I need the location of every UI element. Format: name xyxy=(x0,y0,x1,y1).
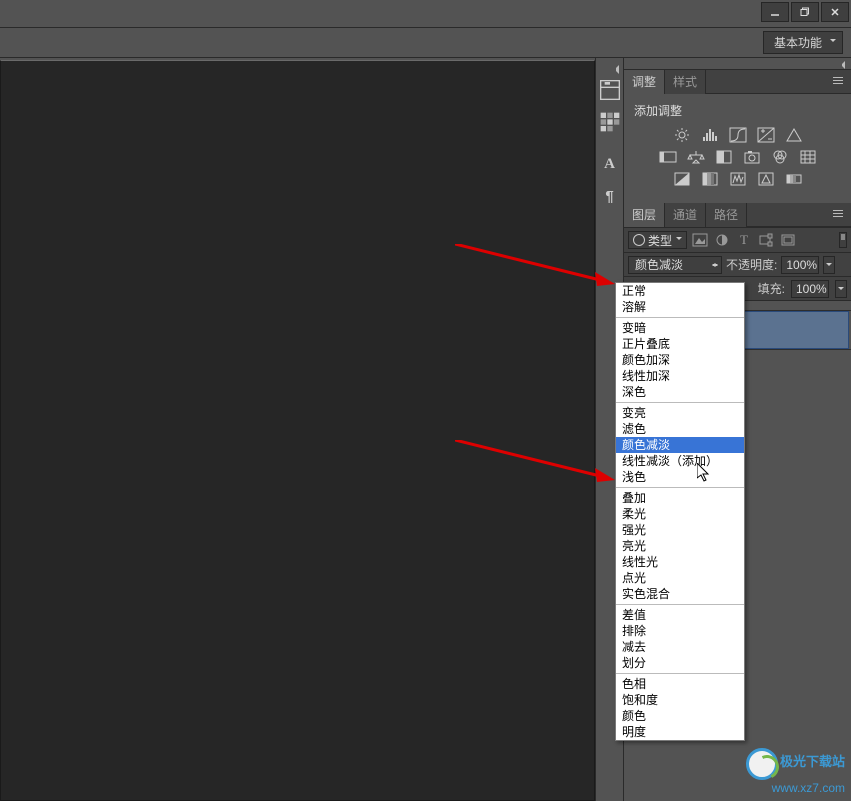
layer-filter-type[interactable]: 类型 xyxy=(628,231,687,249)
threshold-icon[interactable] xyxy=(729,171,747,187)
blend-option[interactable]: 实色混合 xyxy=(616,586,744,602)
filter-shape-icon[interactable] xyxy=(757,232,775,248)
tab-channels[interactable]: 通道 xyxy=(665,203,706,227)
blend-option[interactable]: 颜色减淡 xyxy=(616,437,744,453)
adjustments-title: 添加调整 xyxy=(634,102,843,119)
workspace-selector[interactable]: 基本功能 xyxy=(763,31,843,54)
channel-mixer-icon[interactable] xyxy=(771,149,789,165)
watermark-name: 极光下载站 xyxy=(780,751,845,770)
blend-option[interactable]: 色相 xyxy=(616,676,744,692)
filter-toggle[interactable] xyxy=(839,232,847,248)
watermark-logo-icon xyxy=(746,748,778,780)
gradient-map-icon[interactable] xyxy=(785,171,803,187)
exposure-icon[interactable] xyxy=(757,127,775,143)
opacity-slider-toggle[interactable] xyxy=(823,256,835,274)
tab-layers[interactable]: 图层 xyxy=(624,203,665,227)
blend-mode-dropdown[interactable]: 正常溶解变暗正片叠底颜色加深线性加深深色变亮滤色颜色减淡线性减淡（添加）浅色叠加… xyxy=(615,282,745,741)
blend-option[interactable]: 深色 xyxy=(616,384,744,400)
blend-option[interactable]: 正常 xyxy=(616,283,744,299)
invert-icon[interactable] xyxy=(673,171,691,187)
dropdown-separator xyxy=(616,673,744,674)
blend-option[interactable]: 溶解 xyxy=(616,299,744,315)
filter-smart-icon[interactable] xyxy=(779,232,797,248)
restore-button[interactable] xyxy=(791,2,819,22)
color-balance-icon[interactable] xyxy=(687,149,705,165)
filter-type-icon[interactable]: T xyxy=(735,232,753,248)
blend-option[interactable]: 饱和度 xyxy=(616,692,744,708)
blend-option[interactable]: 滤色 xyxy=(616,421,744,437)
blend-option[interactable]: 减去 xyxy=(616,639,744,655)
blend-mode-row: 颜色减淡 不透明度: 100% xyxy=(624,253,851,277)
filter-adjustment-icon[interactable] xyxy=(713,232,731,248)
opacity-value[interactable]: 100% xyxy=(781,256,819,274)
panel-expand-icon[interactable] xyxy=(624,58,851,70)
paragraph-panel-icon[interactable]: ¶ xyxy=(598,184,622,208)
character-panel-icon[interactable]: A xyxy=(598,152,622,176)
opacity-label: 不透明度: xyxy=(726,256,777,273)
dropdown-separator xyxy=(616,604,744,605)
blend-option[interactable]: 颜色加深 xyxy=(616,352,744,368)
blend-option[interactable]: 亮光 xyxy=(616,538,744,554)
blend-option[interactable]: 叠加 xyxy=(616,490,744,506)
dock-expand-icon[interactable] xyxy=(596,62,623,74)
blend-option[interactable]: 颜色 xyxy=(616,708,744,724)
layers-filter-bar: 类型 T xyxy=(624,227,851,253)
blend-option[interactable]: 正片叠底 xyxy=(616,336,744,352)
history-panel-icon[interactable] xyxy=(598,78,622,102)
tab-styles[interactable]: 样式 xyxy=(665,70,706,94)
black-white-icon[interactable] xyxy=(715,149,733,165)
fill-value[interactable]: 100% xyxy=(791,280,829,298)
layers-panel-menu-icon[interactable] xyxy=(833,209,847,219)
blend-option[interactable]: 线性减淡（添加） xyxy=(616,453,744,469)
watermark: 极光下载站 www.xz7.com xyxy=(746,748,845,795)
blend-option[interactable]: 浅色 xyxy=(616,469,744,485)
adjustments-panel-tabs: 调整 样式 xyxy=(624,70,851,94)
blend-option[interactable]: 变暗 xyxy=(616,320,744,336)
blend-option[interactable]: 强光 xyxy=(616,522,744,538)
blend-option[interactable]: 变亮 xyxy=(616,405,744,421)
blend-option[interactable]: 线性光 xyxy=(616,554,744,570)
tab-adjustments[interactable]: 调整 xyxy=(624,70,665,94)
blend-option[interactable]: 柔光 xyxy=(616,506,744,522)
filter-pixel-icon[interactable] xyxy=(691,232,709,248)
layers-panel-tabs: 图层 通道 路径 xyxy=(624,203,851,227)
curves-icon[interactable] xyxy=(729,127,747,143)
fill-label: 填充: xyxy=(758,280,785,297)
panel-menu-icon[interactable] xyxy=(833,76,847,86)
blend-option[interactable]: 排除 xyxy=(616,623,744,639)
color-lookup-icon[interactable] xyxy=(799,149,817,165)
brightness-contrast-icon[interactable] xyxy=(673,127,691,143)
blend-option[interactable]: 划分 xyxy=(616,655,744,671)
blend-mode-selector[interactable]: 颜色减淡 xyxy=(628,256,722,274)
dropdown-separator xyxy=(616,402,744,403)
adjustments-panel-body: 添加调整 xyxy=(624,94,851,203)
dropdown-separator xyxy=(616,317,744,318)
tab-paths[interactable]: 路径 xyxy=(706,203,747,227)
fill-slider-toggle[interactable] xyxy=(835,280,847,298)
selective-color-icon[interactable] xyxy=(757,171,775,187)
titlebar xyxy=(0,0,851,28)
watermark-url: www.xz7.com xyxy=(746,781,845,795)
blend-option[interactable]: 明度 xyxy=(616,724,744,740)
blend-option[interactable]: 点光 xyxy=(616,570,744,586)
levels-icon[interactable] xyxy=(701,127,719,143)
close-button[interactable] xyxy=(821,2,849,22)
photo-filter-icon[interactable] xyxy=(743,149,761,165)
options-bar: 基本功能 xyxy=(0,28,851,58)
dropdown-separator xyxy=(616,487,744,488)
swatches-panel-icon[interactable] xyxy=(598,110,622,134)
hue-saturation-icon[interactable] xyxy=(659,149,677,165)
blend-option[interactable]: 线性加深 xyxy=(616,368,744,384)
vibrance-icon[interactable] xyxy=(785,127,803,143)
canvas-area[interactable] xyxy=(0,60,595,801)
minimize-button[interactable] xyxy=(761,2,789,22)
blend-option[interactable]: 差值 xyxy=(616,607,744,623)
posterize-icon[interactable] xyxy=(701,171,719,187)
